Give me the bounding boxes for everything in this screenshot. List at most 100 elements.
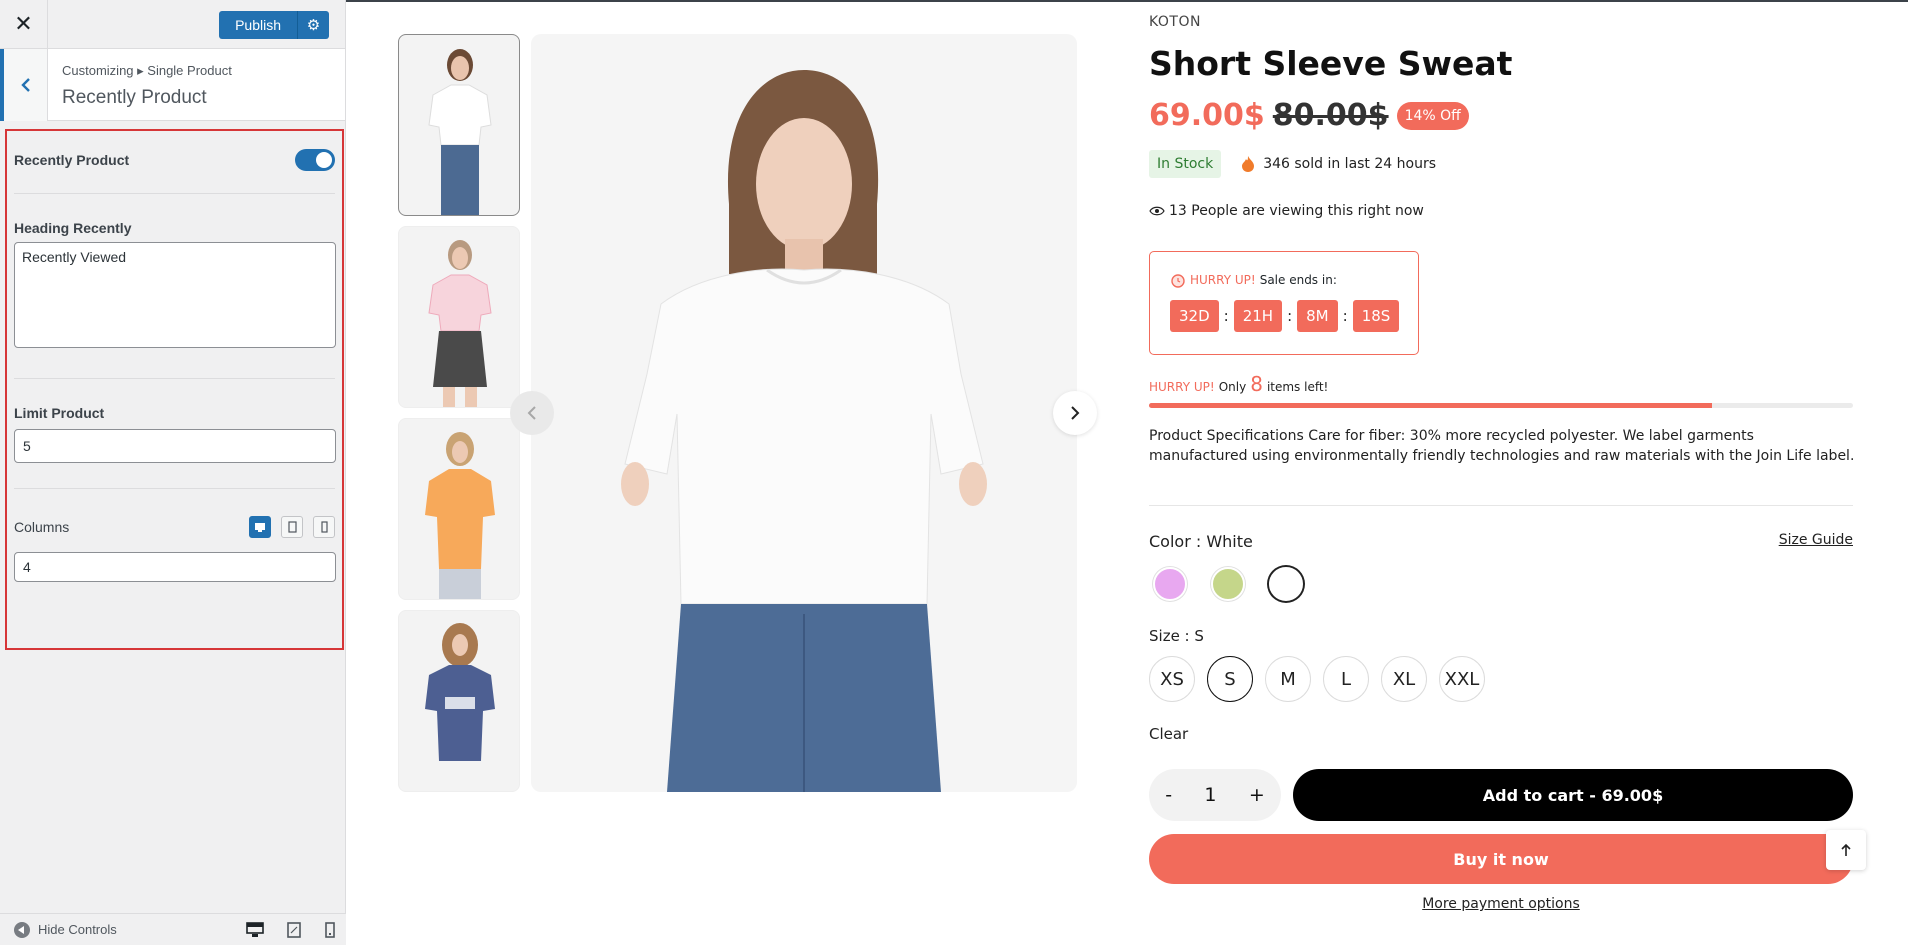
mobile-preview-icon[interactable] bbox=[324, 922, 336, 943]
eye-icon bbox=[1149, 206, 1165, 216]
viewing-text: 13 People are viewing this right now bbox=[1169, 203, 1424, 219]
stock-alert: HURRY UP! Only 8 items left! bbox=[1149, 372, 1328, 396]
arrow-up-icon bbox=[1841, 843, 1851, 856]
countdown-hours: 21H bbox=[1233, 300, 1283, 332]
collapse-icon bbox=[14, 921, 30, 938]
columns-row: Columns bbox=[14, 516, 335, 538]
size-value: S bbox=[1194, 627, 1204, 645]
countdown-minutes: 8M bbox=[1297, 300, 1338, 332]
section-header: Customizing ▸ Single Product Recently Pr… bbox=[0, 49, 345, 121]
heading-label: Heading Recently bbox=[14, 220, 132, 236]
swatch-white[interactable] bbox=[1269, 567, 1303, 601]
flame-icon bbox=[1242, 156, 1255, 172]
thumbnail-blue-tee[interactable] bbox=[398, 610, 520, 792]
prev-image-button[interactable] bbox=[510, 391, 554, 435]
limit-input[interactable] bbox=[14, 429, 336, 463]
limit-label: Limit Product bbox=[14, 405, 105, 421]
product-title: Short Sleeve Sweat bbox=[1149, 44, 1513, 83]
quantity-decrease-button[interactable]: - bbox=[1165, 784, 1172, 806]
stock-alert-prefix: Only bbox=[1218, 380, 1247, 394]
sale-countdown: HURRY UP! Sale ends in: 32D : 21H : 8M :… bbox=[1149, 251, 1419, 355]
stock-alert-hurry: HURRY UP! bbox=[1149, 380, 1215, 394]
desktop-preview-icon[interactable] bbox=[246, 922, 264, 943]
divider bbox=[14, 488, 335, 489]
price-row: 69.00$ 80.00$ 14% Off bbox=[1149, 98, 1469, 133]
device-switcher bbox=[249, 516, 335, 538]
thumbnail-pink-tee[interactable] bbox=[398, 226, 520, 408]
thumbnail-orange-tee[interactable] bbox=[398, 418, 520, 600]
sale-price: 69.00$ bbox=[1149, 98, 1265, 133]
stock-badge: In Stock bbox=[1149, 150, 1222, 178]
thumbnail-gallery bbox=[398, 34, 520, 802]
size-options: XS S M L XL XXL bbox=[1149, 656, 1485, 702]
gear-icon[interactable]: ⚙ bbox=[297, 11, 329, 39]
product-brand[interactable]: KOTON bbox=[1149, 14, 1201, 30]
size-option[interactable]: S bbox=[1207, 656, 1253, 702]
sold-text: 346 sold in last 24 hours bbox=[1263, 156, 1437, 172]
size-option[interactable]: XXL bbox=[1439, 656, 1485, 702]
tablet-icon[interactable] bbox=[281, 516, 303, 538]
stock-alert-count: 8 bbox=[1250, 372, 1263, 396]
size-option[interactable]: XL bbox=[1381, 656, 1427, 702]
columns-input[interactable] bbox=[14, 552, 336, 582]
size-guide-link[interactable]: Size Guide bbox=[1779, 532, 1853, 551]
controls-panel: Recently Product Heading Recently Recent… bbox=[5, 129, 344, 650]
scroll-to-top-button[interactable] bbox=[1826, 830, 1866, 870]
countdown-hurry: HURRY UP! bbox=[1190, 273, 1256, 287]
close-icon[interactable]: ✕ bbox=[0, 0, 48, 48]
customizer-topbar: ✕ Publish ⚙ bbox=[0, 0, 345, 49]
countdown-header: HURRY UP! Sale ends in: bbox=[1170, 272, 1398, 288]
countdown-seconds: 18S bbox=[1352, 300, 1400, 332]
swatch-lilac[interactable] bbox=[1153, 567, 1187, 601]
heading-textarea[interactable]: Recently Viewed bbox=[14, 242, 336, 348]
size-label: Size : S bbox=[1149, 627, 1204, 645]
main-product-image[interactable] bbox=[531, 34, 1077, 792]
countdown-label: Sale ends in: bbox=[1259, 273, 1337, 287]
quantity-stepper: - 1 + bbox=[1149, 769, 1281, 821]
size-option[interactable]: M bbox=[1265, 656, 1311, 702]
publish-button[interactable]: Publish bbox=[219, 11, 297, 39]
stock-alert-suffix: items left! bbox=[1266, 380, 1329, 394]
tablet-preview-icon[interactable] bbox=[286, 922, 302, 943]
countdown-separator: : bbox=[1287, 307, 1293, 325]
more-payment-options-link[interactable]: More payment options bbox=[1149, 896, 1853, 912]
size-option[interactable]: XS bbox=[1149, 656, 1195, 702]
product-description: Product Specifications Care for fiber: 3… bbox=[1149, 428, 1855, 464]
add-to-cart-button[interactable]: Add to cart - 69.00$ bbox=[1293, 769, 1853, 821]
back-chevron-icon[interactable] bbox=[0, 49, 48, 121]
divider bbox=[14, 193, 335, 194]
stock-progress-fill bbox=[1149, 403, 1713, 408]
customizer-footer: Hide Controls bbox=[0, 913, 346, 945]
size-option[interactable]: L bbox=[1323, 656, 1369, 702]
regular-price: 80.00$ bbox=[1272, 98, 1389, 133]
countdown-timer: 32D : 21H : 8M : 18S bbox=[1170, 300, 1400, 332]
columns-label: Columns bbox=[14, 519, 70, 535]
recently-toggle-label: Recently Product bbox=[14, 152, 130, 168]
quantity-value[interactable]: 1 bbox=[1204, 784, 1216, 806]
color-prefix: Color : bbox=[1149, 532, 1207, 551]
recently-toggle-row: Recently Product bbox=[14, 149, 335, 171]
desktop-icon[interactable] bbox=[249, 516, 271, 538]
quantity-increase-button[interactable]: + bbox=[1249, 784, 1265, 806]
clear-selection-link[interactable]: Clear bbox=[1149, 725, 1188, 743]
color-row: Color : White Size Guide bbox=[1149, 532, 1853, 551]
hide-controls-button[interactable]: Hide Controls bbox=[14, 921, 117, 938]
recently-toggle[interactable] bbox=[295, 149, 335, 171]
viewing-counter: 13 People are viewing this right now bbox=[1149, 203, 1424, 219]
alarm-clock-icon bbox=[1171, 274, 1185, 288]
stock-row: In Stock 346 sold in last 24 hours bbox=[1149, 150, 1436, 178]
countdown-separator: : bbox=[1223, 307, 1229, 325]
swatch-olive[interactable] bbox=[1211, 567, 1245, 601]
site-preview: KOTON Short Sleeve Sweat 69.00$ 80.00$ 1… bbox=[346, 0, 1908, 945]
buy-now-button[interactable]: Buy it now bbox=[1149, 834, 1853, 884]
mobile-icon[interactable] bbox=[313, 516, 335, 538]
divider bbox=[1149, 505, 1853, 506]
next-image-button[interactable] bbox=[1053, 391, 1097, 435]
footer-device-switcher bbox=[246, 922, 336, 943]
countdown-days: 32D bbox=[1170, 300, 1219, 332]
thumbnail-white-tee[interactable] bbox=[398, 34, 520, 216]
divider bbox=[14, 378, 335, 379]
stock-progress-bar bbox=[1149, 403, 1853, 408]
color-label: Color : White bbox=[1149, 532, 1253, 551]
section-title: Recently Product bbox=[62, 87, 207, 108]
